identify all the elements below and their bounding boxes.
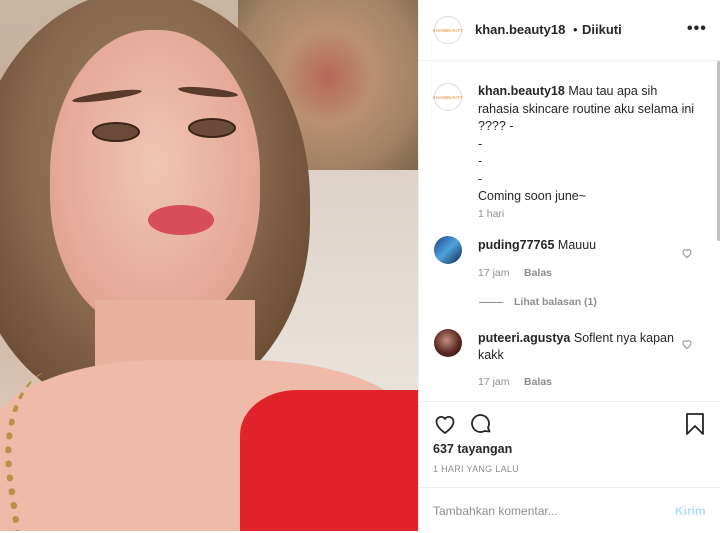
comment-text: puding77765 Mauuu <box>478 237 678 254</box>
separator-dot: • <box>573 22 578 37</box>
view-count[interactable]: 637 tayangan <box>433 442 512 456</box>
caption-line: rahasia skincare routine aku selama ini <box>478 101 695 116</box>
post-date: 1 HARI YANG LALU <box>433 464 519 474</box>
post-side-panel: KHANBEAUTY khan.beauty18 • Diikuti ••• K… <box>418 0 720 531</box>
send-comment-button[interactable]: Kirim <box>675 504 706 518</box>
add-comment-bar: Tambahkan komentar... Kirim <box>419 487 720 533</box>
bookmark-save-icon[interactable] <box>685 412 705 436</box>
caption-avatar[interactable]: KHANBEAUTY <box>432 83 464 111</box>
right-eye <box>188 118 236 138</box>
comment-bubble-icon[interactable] <box>469 412 493 436</box>
view-replies-link[interactable]: Lihat balasan (1) <box>514 296 597 308</box>
like-comment-heart-icon[interactable] <box>681 247 693 259</box>
caption-username[interactable]: khan.beauty18 <box>478 84 565 98</box>
author-avatar[interactable]: KHANBEAUTY <box>432 16 464 44</box>
red-dress <box>240 390 418 531</box>
caption-line: ???? - <box>478 119 514 133</box>
comment-time: 17 jam <box>478 376 510 388</box>
caption-line: - <box>478 171 483 186</box>
caption-text: khan.beauty18 Mau tau apa sih rahasia sk… <box>478 83 706 206</box>
add-comment-input[interactable]: Tambahkan komentar... <box>433 504 558 518</box>
reply-button[interactable]: Balas <box>524 376 552 388</box>
comment-body: Mauuu <box>557 238 597 252</box>
post-actions: 637 tayangan 1 HARI YANG LALU Tambahkan … <box>419 401 720 532</box>
caption-line: - <box>478 154 483 168</box>
follow-status-button[interactable]: Diikuti <box>582 22 622 37</box>
comment-username[interactable]: puteeri.agustya <box>478 331 570 345</box>
lips-shape <box>148 205 214 235</box>
commenter-avatar[interactable] <box>434 329 462 357</box>
post-header: KHANBEAUTY khan.beauty18 • Diikuti ••• <box>419 0 720 61</box>
author-username[interactable]: khan.beauty18 <box>475 22 565 37</box>
comment-time: 17 jam <box>478 267 510 279</box>
avatar-logo-text: KHANBEAUTY <box>432 27 464 33</box>
reply-button[interactable]: Balas <box>524 267 552 279</box>
replies-divider-line <box>479 302 503 303</box>
caption-line: Mau tau apa sih <box>568 84 658 98</box>
caption-line: Coming soon june~ <box>478 189 587 203</box>
caption-time: 1 hari <box>478 208 505 220</box>
comments-list[interactable]: KHANBEAUTY khan.beauty18 Mau tau apa sih… <box>419 61 720 401</box>
commenter-avatar[interactable] <box>434 236 462 264</box>
face-shape <box>50 30 260 330</box>
comment-text: puteeri.agustya Soflent nya kapan kakk <box>478 330 678 364</box>
comment-username[interactable]: puding77765 <box>478 238 554 252</box>
caption-line: - <box>478 136 483 151</box>
left-eye <box>92 122 140 142</box>
like-heart-icon[interactable] <box>433 412 457 436</box>
more-options-icon[interactable]: ••• <box>687 20 707 38</box>
post-photo[interactable] <box>0 0 418 531</box>
avatar-logo-text: KHANBEAUTY <box>432 94 464 100</box>
like-comment-heart-icon[interactable] <box>681 338 693 350</box>
